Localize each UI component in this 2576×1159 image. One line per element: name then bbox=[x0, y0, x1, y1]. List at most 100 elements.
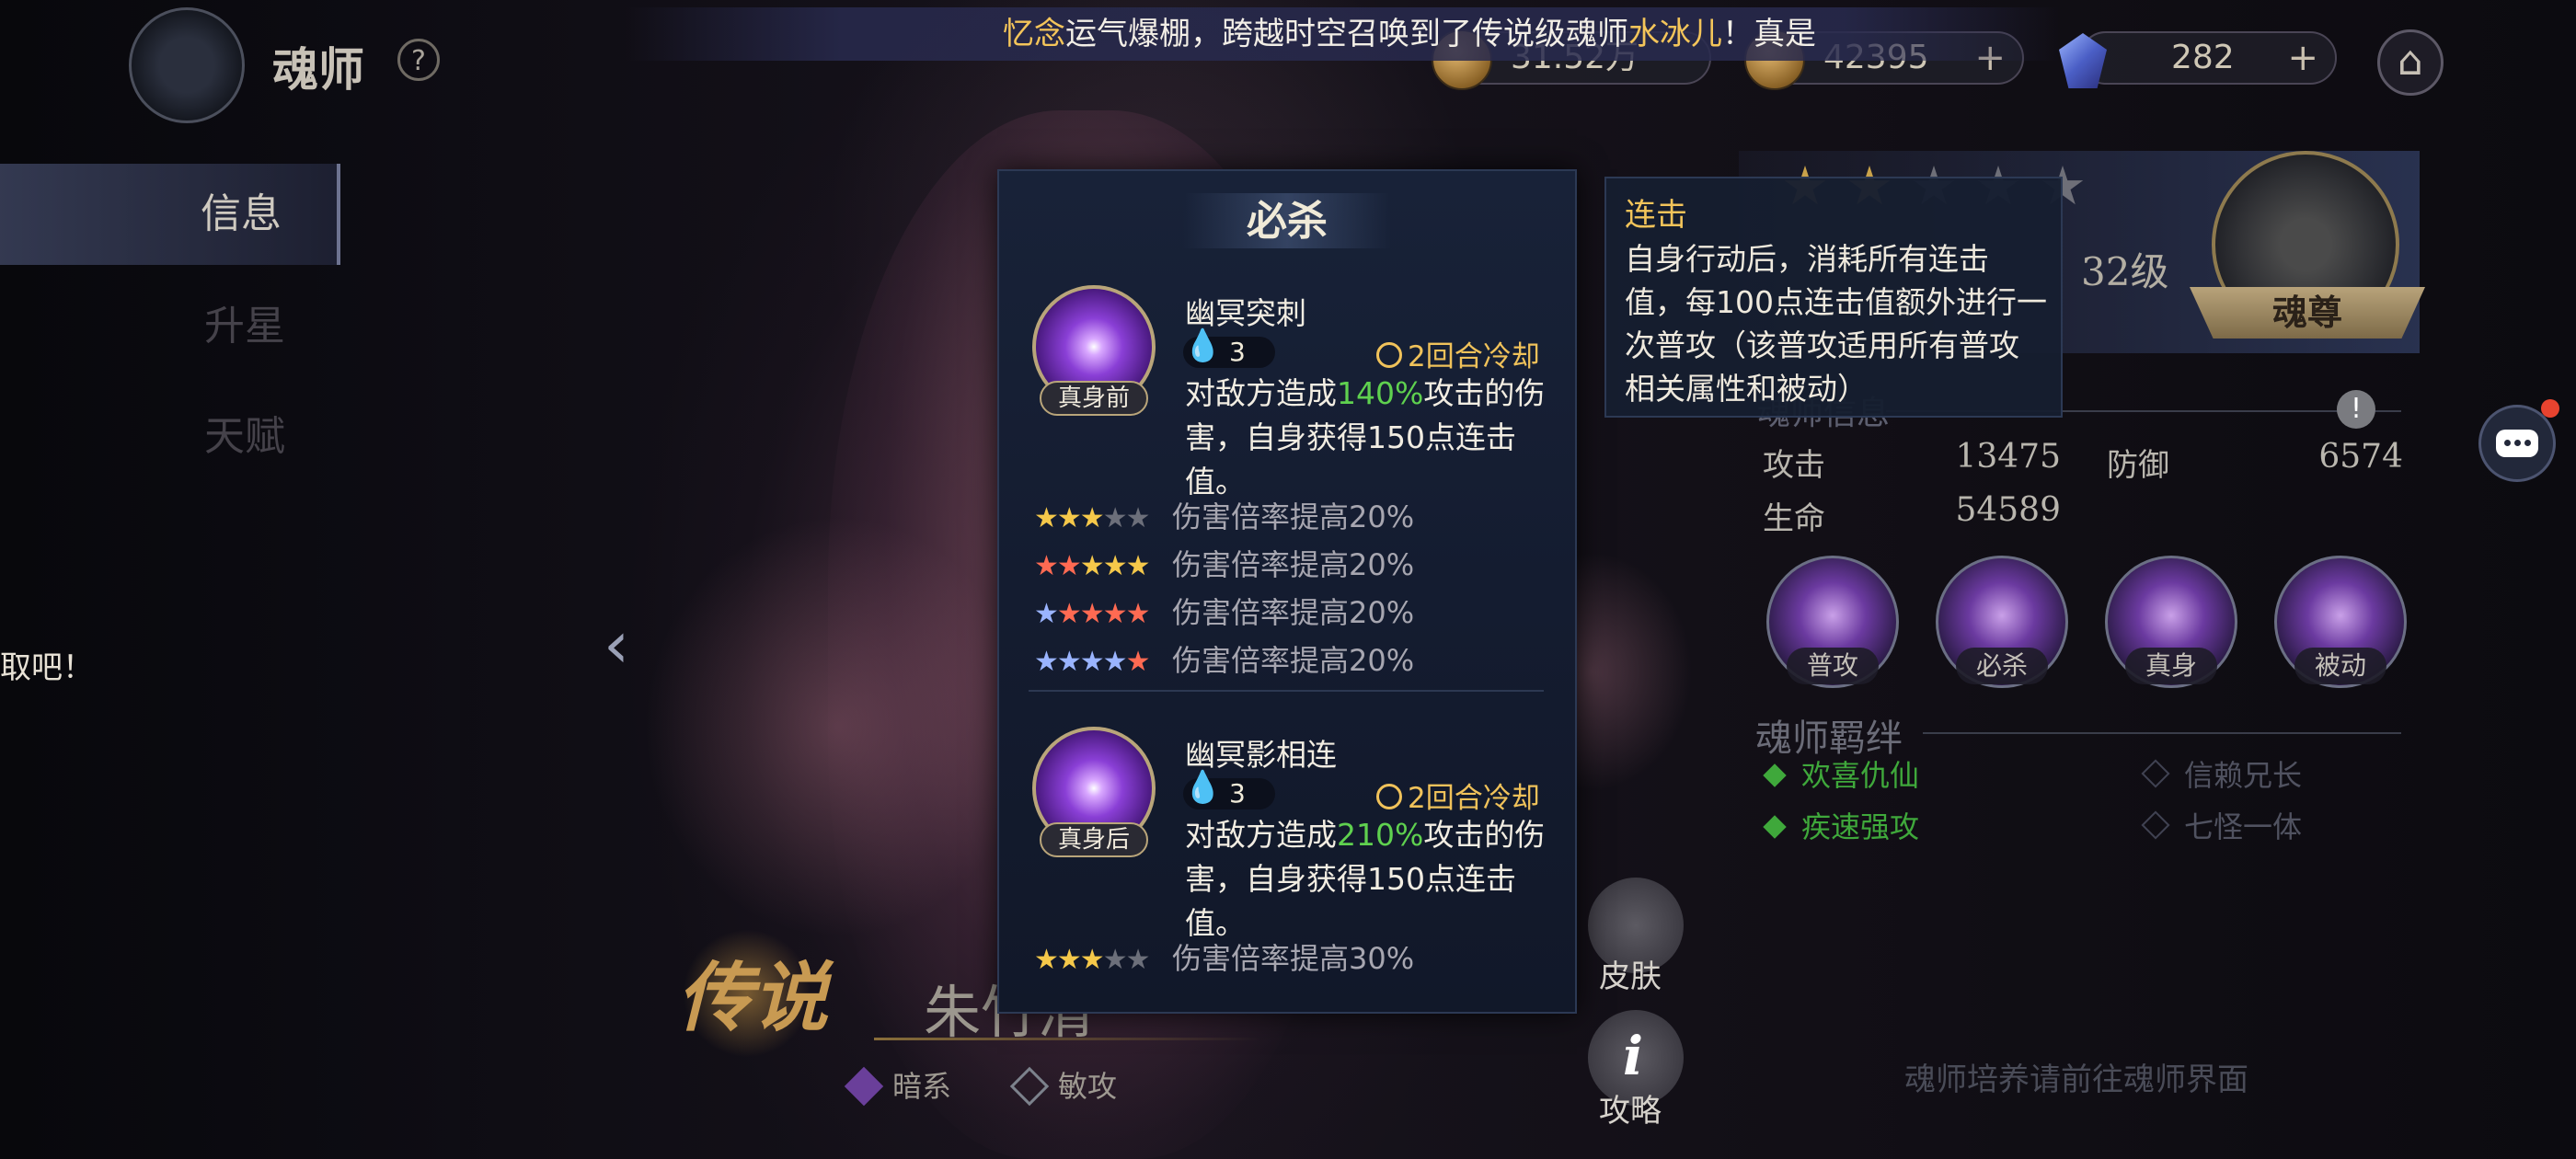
skill-detail-popup: 必杀 真身前 幽冥突刺 💧 3 2回合冷却 对敌方造成140%攻击的伤害，自身获… bbox=[997, 169, 1577, 1014]
bond-name: 疾速强攻 bbox=[1801, 809, 1920, 844]
add-diamond-button[interactable]: + bbox=[2287, 33, 2318, 83]
combo-tooltip: 连击 自身行动后，消耗所有连击值，每100点连击值额外进行一次普攻（该普攻适用所… bbox=[1604, 177, 2063, 418]
upgrade-row: ★★★★★ 伤害倍率提高20% bbox=[1034, 545, 1414, 585]
role-tag: 敏攻 bbox=[1009, 1063, 1118, 1107]
info-i-icon: i bbox=[1623, 1025, 1644, 1087]
broadcast-player: 忆念 bbox=[1003, 16, 1065, 52]
bond-inactive-icon bbox=[2141, 810, 2170, 840]
skill-2-tag: 真身后 bbox=[1040, 822, 1148, 857]
skin-label: 皮肤 bbox=[1599, 958, 1662, 995]
stat-attack-label: 攻击 bbox=[1763, 447, 1825, 484]
popup-title: 必杀 bbox=[1247, 198, 1328, 245]
chat-dot bbox=[2524, 440, 2531, 446]
bond-item[interactable]: 信赖兄长 bbox=[2141, 752, 2303, 795]
bond-name: 七怪一体 bbox=[2184, 809, 2303, 844]
element-label: 暗系 bbox=[892, 1069, 952, 1104]
skill-2-cooldown: 2回合冷却 bbox=[1376, 775, 1540, 816]
bond-active-icon bbox=[1763, 815, 1787, 839]
stat-hp-value: 54589 bbox=[1955, 491, 2061, 529]
bond-item[interactable]: 七怪一体 bbox=[2141, 804, 2303, 846]
skill-1-cooldown: 2回合冷却 bbox=[1376, 333, 1540, 374]
upgrade-text: 伤害倍率提高30% bbox=[1172, 941, 1415, 976]
help-icon[interactable]: ? bbox=[397, 39, 440, 81]
clock-icon bbox=[1376, 342, 1402, 368]
bond-name: 信赖兄长 bbox=[2184, 758, 2303, 793]
bond-inactive-icon bbox=[2141, 759, 2170, 788]
stat-defense-label: 防御 bbox=[2107, 447, 2169, 484]
character-hair bbox=[644, 515, 1030, 938]
rank-title: 魂尊 bbox=[2190, 287, 2425, 339]
skill-2-cost: 3 bbox=[1229, 778, 1246, 809]
role-label: 敏攻 bbox=[1058, 1069, 1118, 1104]
clock-icon bbox=[1376, 784, 1402, 809]
bond-item[interactable]: 疾速强攻 bbox=[1763, 804, 1920, 846]
upgrade-row: ★★★★★ 伤害倍率提高30% bbox=[1034, 938, 1414, 979]
chat-dot bbox=[2514, 440, 2521, 446]
skill-1-desc-pre: 对敌方造成 bbox=[1185, 375, 1337, 411]
skill-2-name: 幽冥影相连 bbox=[1185, 737, 1337, 773]
upgrade-stars: ★★★★★ bbox=[1034, 944, 1150, 976]
upgrade-stars: ★★★★★ bbox=[1034, 502, 1150, 534]
rarity-label: 传说 bbox=[677, 954, 828, 1042]
skill-ultimate-label: 必杀 bbox=[1956, 648, 2048, 684]
upgrade-stars: ★★★★★ bbox=[1034, 646, 1150, 678]
notification-badge bbox=[2541, 399, 2559, 418]
bond-name: 欢喜仇仙 bbox=[1801, 758, 1920, 793]
upgrade-text: 伤害倍率提高20% bbox=[1172, 595, 1415, 630]
home-icon: ⌂ bbox=[2398, 38, 2423, 85]
upgrade-stars: ★★★★★ bbox=[1034, 550, 1150, 582]
broadcast-banner: 忆念运气爆棚，跨越时空召唤到了传说级魂师水冰儿！真是 bbox=[626, 7, 2061, 61]
tab-talent[interactable]: 天赋 bbox=[0, 386, 340, 488]
diamond-value: 282 bbox=[2171, 39, 2235, 76]
divider bbox=[1923, 732, 2401, 734]
diamond-counter: 282 + bbox=[2079, 31, 2337, 85]
broadcast-text: 运气爆棚，跨越时空召唤到了传说级魂师 bbox=[1065, 16, 1628, 52]
upgrade-row: ★★★★★ 伤害倍率提高20% bbox=[1034, 640, 1414, 681]
skill-1-cooldown-text: 2回合冷却 bbox=[1408, 340, 1540, 373]
element-tag: 暗系 bbox=[844, 1063, 952, 1107]
skill-passive-label: 被动 bbox=[2294, 648, 2386, 684]
skill-1-name: 幽冥突刺 bbox=[1185, 295, 1306, 331]
upgrade-text: 伤害倍率提高20% bbox=[1172, 547, 1415, 582]
divider bbox=[874, 1038, 1260, 1040]
energy-drop-icon: 💧 bbox=[1183, 327, 1223, 364]
tab-info[interactable]: 信息 bbox=[0, 164, 340, 265]
upgrade-row: ★★★★★ 伤害倍率提高20% bbox=[1034, 497, 1414, 537]
skill-true-body-label: 真身 bbox=[2125, 648, 2217, 684]
upgrade-text: 伤害倍率提高20% bbox=[1172, 499, 1415, 534]
page-title: 魂师 bbox=[272, 42, 364, 97]
train-hint: 魂师培养请前往魂师界面 bbox=[1904, 1061, 2248, 1098]
skill-1-description: 对敌方造成140%攻击的伤害，自身获得150点连击值。 bbox=[1185, 372, 1553, 504]
chat-dot bbox=[2504, 440, 2511, 446]
broadcast-text-end: ！真是 bbox=[1722, 16, 1816, 52]
skill-2-damage-percent: 210% bbox=[1337, 817, 1424, 853]
stat-attack-value: 13475 bbox=[1955, 438, 2061, 476]
home-button[interactable]: ⌂ bbox=[2377, 29, 2444, 96]
dark-element-icon bbox=[844, 1066, 884, 1107]
upgrade-stars: ★★★★★ bbox=[1034, 598, 1150, 630]
tab-star-up[interactable]: 升星 bbox=[0, 276, 340, 377]
skill-1-damage-percent: 140% bbox=[1337, 375, 1424, 411]
upgrade-row: ★★★★★ 伤害倍率提高20% bbox=[1034, 592, 1414, 633]
marquee-text: 取吧！ bbox=[0, 649, 94, 686]
skill-normal-attack-label: 普攻 bbox=[1787, 648, 1879, 684]
skill-2-description: 对敌方造成210%攻击的伤害，自身获得150点连击值。 bbox=[1185, 813, 1553, 946]
bond-active-icon bbox=[1763, 763, 1787, 787]
tooltip-body: 自身行动后，消耗所有连击值，每100点连击值额外进行一次普攻（该普攻适用所有普攻… bbox=[1625, 241, 2047, 407]
stat-hp-label: 生命 bbox=[1763, 500, 1825, 537]
upgrade-text: 伤害倍率提高20% bbox=[1172, 643, 1415, 678]
stat-defense-value: 6574 bbox=[2318, 438, 2403, 476]
level-label: 32级 bbox=[2081, 249, 2169, 294]
agility-attack-icon bbox=[1009, 1066, 1050, 1107]
broadcast-hero: 水冰儿 bbox=[1628, 16, 1722, 52]
tooltip-title: 连击 bbox=[1625, 197, 1687, 234]
energy-drop-icon: 💧 bbox=[1183, 769, 1223, 806]
info-icon[interactable]: ! bbox=[2337, 390, 2375, 429]
guide-label: 攻略 bbox=[1599, 1093, 1662, 1130]
bond-item[interactable]: 欢喜仇仙 bbox=[1763, 752, 1920, 795]
soul-master-emblem-icon bbox=[129, 7, 245, 123]
previous-character-button[interactable]: ‹ bbox=[604, 607, 629, 683]
chat-button[interactable] bbox=[2478, 405, 2556, 482]
divider bbox=[1029, 690, 1544, 692]
skill-2-desc-pre: 对敌方造成 bbox=[1185, 817, 1337, 853]
